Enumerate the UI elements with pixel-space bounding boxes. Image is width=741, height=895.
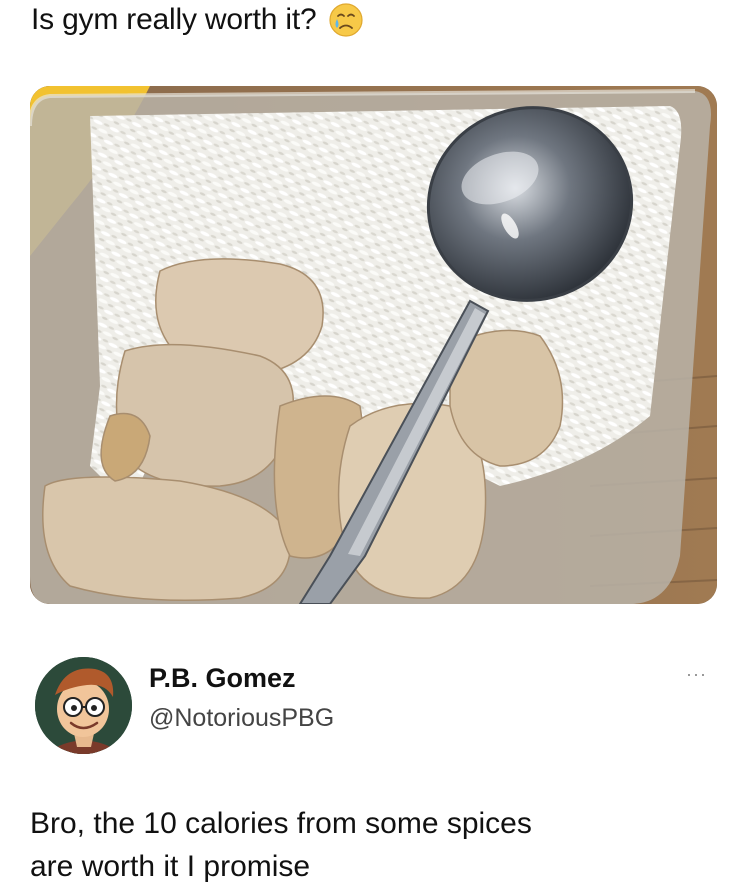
tweet-body-line-2: are worth it I promise: [30, 850, 311, 883]
display-name[interactable]: P.B. Gomez: [149, 663, 296, 694]
tweet-body-line-1: Bro, the 10 calories from some spices: [30, 807, 532, 840]
chicken-rice-container-image: [30, 86, 717, 604]
tweet-header: P.B. Gomez @NotoriousPBG ···: [30, 648, 715, 754]
user-handle[interactable]: @NotoriousPBG: [149, 704, 334, 733]
meal-prep-photo: [30, 86, 717, 604]
caption-text: Is gym really worth it?: [31, 3, 317, 36]
avatar[interactable]: [35, 657, 132, 754]
tweet-body: Bro, the 10 calories from some spices ar…: [30, 802, 710, 888]
more-options-icon[interactable]: ···: [686, 664, 707, 685]
cartoon-avatar-icon: [35, 657, 132, 754]
crying-face-emoji-icon: [328, 2, 364, 38]
meme-caption: Is gym really worth it?: [31, 2, 364, 38]
